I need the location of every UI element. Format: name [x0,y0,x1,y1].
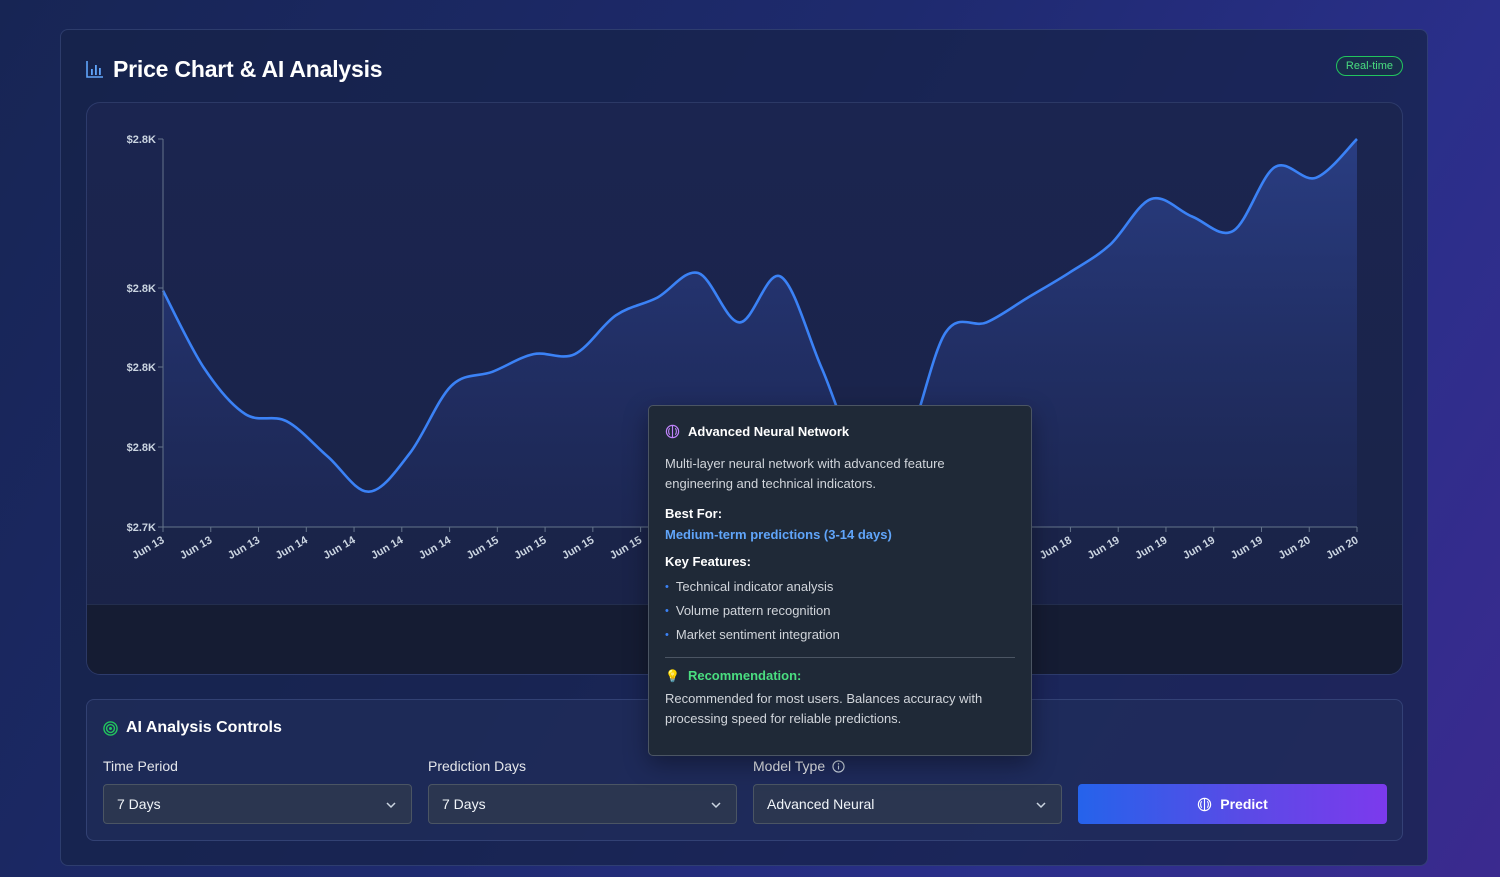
x-tick-label: Jun 15 [560,534,596,562]
model-info-tooltip: Advanced Neural Network Multi-layer neur… [648,405,1032,756]
bullet-icon: • [665,629,669,641]
recommendation-text: Recommended for most users. Balances acc… [665,691,983,726]
time-period-label: Time Period [103,758,178,774]
chevron-down-icon [386,802,396,809]
brain-icon [665,424,680,439]
y-tick-label: $2.8K [127,283,156,295]
bullet-icon: • [665,581,669,593]
prediction-days-select[interactable]: 7 Days [428,784,737,824]
x-tick-label: Jun 18 [1038,534,1074,562]
info-icon[interactable] [832,759,845,773]
target-icon [103,720,118,736]
list-item: • Market sentiment integration [665,623,1015,647]
key-features-list: • Technical indicator analysis • Volume pa… [665,575,1015,647]
model-type-value: Advanced Neural [767,796,875,812]
x-tick-label: Jun 14 [417,534,454,562]
x-tick-label: Jun 19 [1133,534,1169,562]
x-tick-label: Jun 15 [608,534,644,562]
list-item: • Volume pattern recognition [665,599,1015,623]
feature-text: Technical indicator analysis [675,579,834,594]
controls-title-label: AI Analysis Controls [126,719,282,736]
prediction-days-value: 7 Days [442,796,486,812]
feature-text: Volume pattern recognition [675,603,831,618]
tooltip-header: Advanced Neural Network [665,424,1015,439]
x-tick-label: Jun 13 [178,534,214,562]
model-type-label: Model Type [753,758,845,774]
lightbulb-icon: 💡 [665,668,680,683]
x-tick-label: Jun 13 [226,534,262,562]
x-tick-label: Jun 14 [369,534,406,562]
brain-icon [1198,797,1212,811]
time-period-value: 7 Days [117,796,161,812]
tooltip-title: Advanced Neural Network [688,424,850,439]
x-tick-label: Jun 14 [321,534,358,562]
list-item: • Technical indicator analysis [665,575,1015,599]
time-period-select[interactable]: 7 Days [103,784,412,824]
x-tick-label: Jun 20 [1277,534,1313,562]
best-for-value: Medium-term predictions (3-14 days) [665,527,892,542]
x-tick-label: Jun 19 [1229,534,1265,562]
tooltip-divider [665,657,1015,658]
recommendation-header: 💡 Recommendation: [665,668,1015,683]
y-tick-label: $2.8K [127,362,156,374]
bar-chart-icon [86,61,103,78]
card-header: Price Chart & AI Analysis Real-time [86,54,1403,84]
key-features-label: Key Features: [665,554,751,569]
x-tick-label: Jun 15 [512,534,548,562]
chevron-down-icon [1036,802,1046,809]
x-tick-label: Jun 14 [274,534,311,562]
model-type-select[interactable]: Advanced Neural [753,784,1062,824]
tooltip-description: Multi-layer neural network with advanced… [665,456,945,491]
predict-button[interactable]: Predict [1078,784,1387,824]
realtime-badge: Real-time [1335,56,1403,76]
prediction-days-label: Prediction Days [428,758,527,774]
model-type-label-text: Model Type [753,758,826,774]
best-for-label: Best For: [665,506,723,521]
x-tick-label: Jun 20 [1324,534,1360,562]
predict-button-label: Predict [1220,796,1268,812]
y-tick-label: $2.8K [127,442,156,454]
y-tick-label: $2.7K [127,522,156,534]
y-tick-label: $2.8K [127,134,156,146]
x-tick-label: Jun 19 [1181,534,1217,562]
x-tick-label: Jun 15 [465,534,501,562]
controls-title: AI Analysis Controls [103,719,282,737]
bullet-icon: • [665,605,669,617]
chevron-down-icon [711,802,721,809]
x-tick-label: Jun 19 [1086,534,1122,562]
recommendation-label: Recommendation: [687,668,802,683]
x-tick-label: Jun 13 [130,534,166,562]
page-title: Price Chart & AI Analysis [113,55,383,82]
feature-text: Market sentiment integration [675,627,840,642]
